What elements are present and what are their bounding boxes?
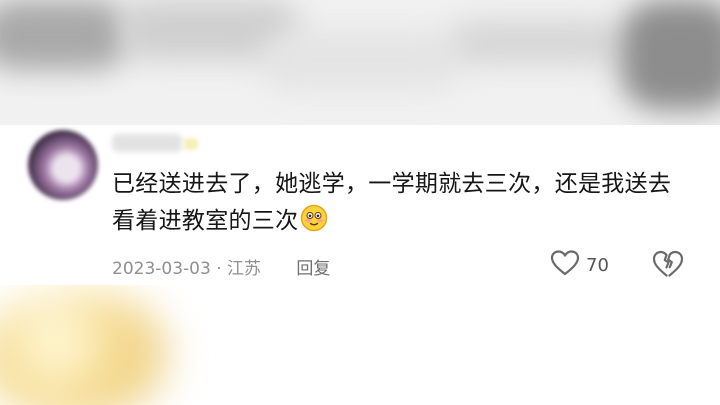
username-blurred[interactable]	[112, 134, 182, 152]
user-badge-icon	[184, 138, 198, 150]
blurred-next-content	[0, 285, 720, 405]
comment-item: 已经送进去了，她逃学，一学期就去三次，还是我送去 看着进教室的三次 2023-0…	[0, 125, 720, 285]
comment-line-2-text: 看着进教室的三次	[112, 208, 299, 234]
blushing-smile-emoji-icon	[300, 204, 328, 232]
comment-line-1: 已经送进去了，她逃学，一学期就去三次，还是我送去	[112, 171, 672, 197]
comment-text: 已经送进去了，她逃学，一学期就去三次，还是我送去 看着进教室的三次	[112, 166, 702, 240]
like-count: 70	[586, 254, 609, 276]
reply-button[interactable]: 回复	[296, 259, 330, 279]
comment-line-2: 看着进教室的三次	[112, 203, 702, 240]
dislike-button[interactable]	[652, 249, 684, 283]
blurred-previous-content	[0, 0, 720, 125]
meta-separator: ·	[210, 259, 228, 279]
avatar[interactable]	[28, 130, 98, 200]
comment-meta: 2023-03-03 · 江苏 回复	[112, 254, 330, 279]
like-button[interactable]: 70	[550, 249, 609, 281]
heart-outline-icon	[550, 249, 580, 281]
broken-heart-icon	[652, 250, 684, 283]
comment-location: 江苏	[227, 259, 262, 279]
comment-date: 2023-03-03	[112, 259, 211, 279]
